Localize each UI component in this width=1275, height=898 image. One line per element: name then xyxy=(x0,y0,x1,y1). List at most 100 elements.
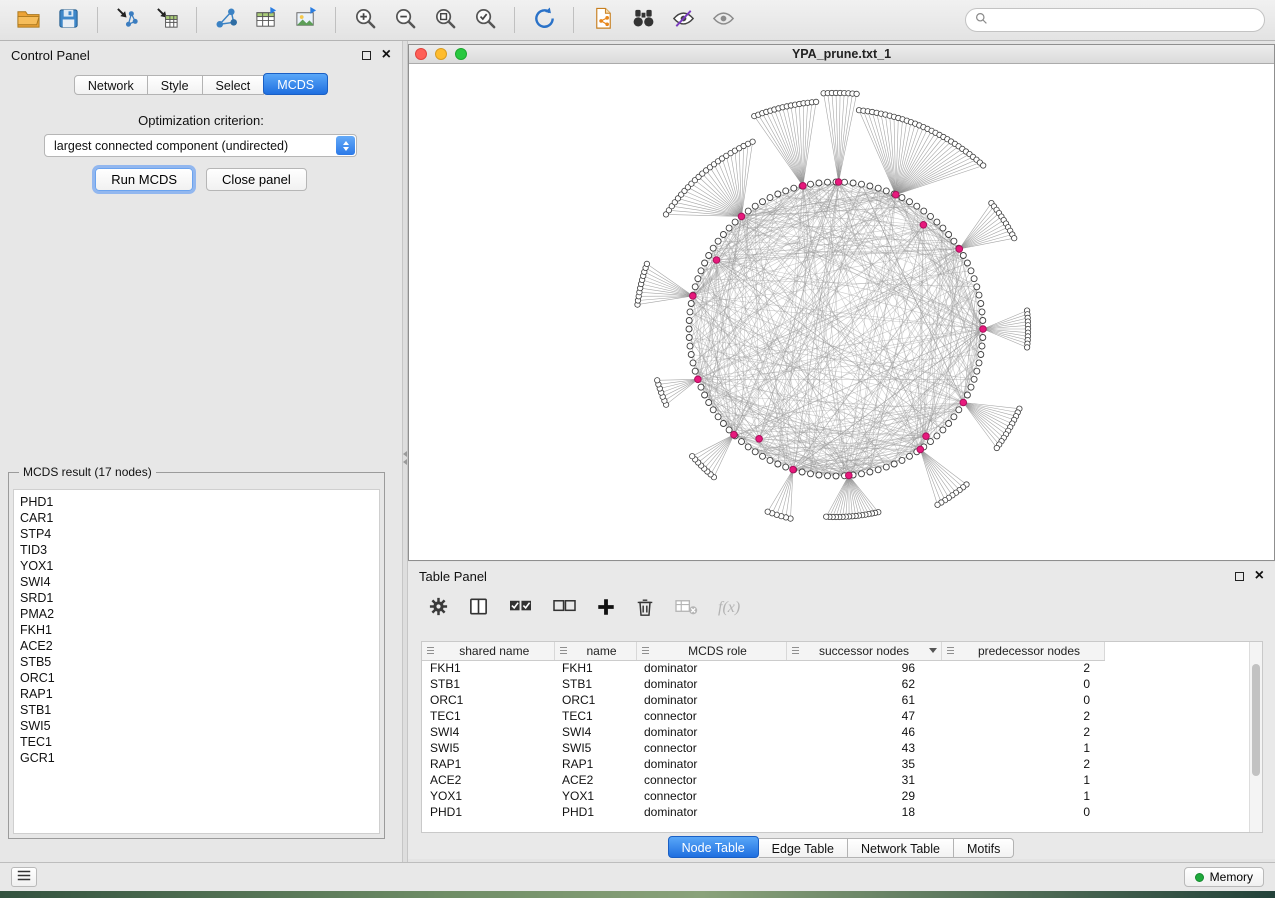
save-session-button[interactable] xyxy=(50,4,86,36)
cell[interactable]: connector xyxy=(636,740,786,756)
cell[interactable]: 2 xyxy=(941,708,1104,724)
function-builder-button[interactable]: f(x) xyxy=(718,599,740,617)
memory-button[interactable]: Memory xyxy=(1184,867,1264,887)
tab-style[interactable]: Style xyxy=(148,75,203,95)
tab-network[interactable]: Network xyxy=(74,75,148,95)
column-header-shared-name[interactable]: shared name xyxy=(422,642,554,660)
cell[interactable]: dominator xyxy=(636,804,786,820)
tab-edge-table[interactable]: Edge Table xyxy=(759,838,848,858)
cell[interactable]: 62 xyxy=(786,676,941,692)
cell[interactable]: ACE2 xyxy=(554,772,636,788)
splitter-collapse-icon[interactable] xyxy=(403,449,407,467)
cell[interactable]: RAP1 xyxy=(554,756,636,772)
add-row-button[interactable] xyxy=(596,597,616,620)
cell[interactable]: 2 xyxy=(941,660,1104,676)
scrollbar-thumb[interactable] xyxy=(1252,664,1260,776)
cell[interactable]: STB1 xyxy=(422,676,554,692)
cell[interactable]: PHD1 xyxy=(554,804,636,820)
list-item[interactable]: ACE2 xyxy=(20,638,379,654)
cell[interactable]: STB1 xyxy=(554,676,636,692)
cell[interactable]: dominator xyxy=(636,692,786,708)
tab-select[interactable]: Select xyxy=(203,75,265,95)
tab-network-table[interactable]: Network Table xyxy=(848,838,954,858)
cell[interactable]: dominator xyxy=(636,676,786,692)
close-table-panel-icon[interactable]: × xyxy=(1255,570,1264,582)
cell[interactable]: ACE2 xyxy=(422,772,554,788)
column-options-icon[interactable] xyxy=(559,644,568,658)
cell[interactable]: FKH1 xyxy=(422,660,554,676)
show-details-button[interactable] xyxy=(705,4,741,36)
open-session-button[interactable] xyxy=(10,4,46,36)
close-panel-button[interactable]: Close panel xyxy=(206,168,307,191)
cell[interactable]: 1 xyxy=(941,740,1104,756)
share-document-button[interactable] xyxy=(585,4,621,36)
column-options-icon[interactable] xyxy=(426,644,435,658)
close-panel-icon[interactable]: × xyxy=(382,49,391,61)
search-box[interactable] xyxy=(965,8,1265,32)
import-network-button[interactable] xyxy=(109,4,145,36)
column-header-predecessor-nodes[interactable]: predecessor nodes xyxy=(941,642,1104,660)
zoom-selected-button[interactable] xyxy=(467,4,503,36)
import-table-button[interactable] xyxy=(149,4,185,36)
float-table-panel-icon[interactable] xyxy=(1235,572,1244,581)
list-item[interactable]: CAR1 xyxy=(20,510,379,526)
cell[interactable]: SWI5 xyxy=(554,740,636,756)
cell[interactable]: TEC1 xyxy=(422,708,554,724)
cell[interactable]: 61 xyxy=(786,692,941,708)
cell[interactable]: TEC1 xyxy=(554,708,636,724)
list-item[interactable]: PHD1 xyxy=(20,494,379,510)
run-mcds-button[interactable]: Run MCDS xyxy=(95,168,193,191)
table-row[interactable]: SWI4SWI4dominator462 xyxy=(422,724,1262,740)
apply-layout-button[interactable] xyxy=(526,4,562,36)
new-network-button[interactable] xyxy=(208,4,244,36)
cell[interactable]: 29 xyxy=(786,788,941,804)
tab-node-table[interactable]: Node Table xyxy=(668,836,759,858)
cell[interactable]: connector xyxy=(636,772,786,788)
cell[interactable]: ORC1 xyxy=(554,692,636,708)
cell[interactable]: 0 xyxy=(941,692,1104,708)
cell[interactable]: dominator xyxy=(636,660,786,676)
cell[interactable]: SWI5 xyxy=(422,740,554,756)
unselect-all-button[interactable] xyxy=(552,596,577,620)
minimize-window-icon[interactable] xyxy=(435,48,447,60)
network-titlebar[interactable]: YPA_prune.txt_1 xyxy=(409,45,1274,64)
cell[interactable]: 0 xyxy=(941,804,1104,820)
close-window-icon[interactable] xyxy=(415,48,427,60)
cell[interactable]: YOX1 xyxy=(422,788,554,804)
cell[interactable]: 1 xyxy=(941,772,1104,788)
list-item[interactable]: GCR1 xyxy=(20,750,379,766)
cell[interactable]: 43 xyxy=(786,740,941,756)
column-header-successor-nodes[interactable]: successor nodes xyxy=(786,642,941,660)
cell[interactable]: FKH1 xyxy=(554,660,636,676)
float-panel-icon[interactable] xyxy=(362,51,371,60)
table-row[interactable]: FKH1FKH1dominator962 xyxy=(422,660,1262,676)
cell[interactable]: 96 xyxy=(786,660,941,676)
panel-menu-button[interactable] xyxy=(11,867,37,887)
cell[interactable]: 35 xyxy=(786,756,941,772)
table-row[interactable]: STB1STB1dominator620 xyxy=(422,676,1262,692)
cell[interactable]: 2 xyxy=(941,756,1104,772)
new-table-button[interactable] xyxy=(248,4,284,36)
list-item[interactable]: SWI5 xyxy=(20,718,379,734)
table-scrollbar[interactable] xyxy=(1249,642,1262,832)
maximize-window-icon[interactable] xyxy=(455,48,467,60)
list-item[interactable]: STB5 xyxy=(20,654,379,670)
cell[interactable]: 47 xyxy=(786,708,941,724)
table-row[interactable]: ACE2ACE2connector311 xyxy=(422,772,1262,788)
cell[interactable]: SWI4 xyxy=(554,724,636,740)
cell[interactable]: SWI4 xyxy=(422,724,554,740)
hide-details-button[interactable] xyxy=(665,4,701,36)
column-options-icon[interactable] xyxy=(946,644,955,658)
table-settings-button[interactable] xyxy=(428,596,449,620)
cell[interactable]: connector xyxy=(636,708,786,724)
list-item[interactable]: TEC1 xyxy=(20,734,379,750)
list-item[interactable]: YOX1 xyxy=(20,558,379,574)
table-row[interactable]: PHD1PHD1dominator180 xyxy=(422,804,1262,820)
optimization-criterion-select[interactable]: largest connected component (undirected) xyxy=(44,134,357,157)
column-header-name[interactable]: name xyxy=(554,642,636,660)
cell[interactable]: dominator xyxy=(636,756,786,772)
cell[interactable]: 1 xyxy=(941,788,1104,804)
table-row[interactable]: RAP1RAP1dominator352 xyxy=(422,756,1262,772)
zoom-fit-button[interactable] xyxy=(427,4,463,36)
cell[interactable]: ORC1 xyxy=(422,692,554,708)
